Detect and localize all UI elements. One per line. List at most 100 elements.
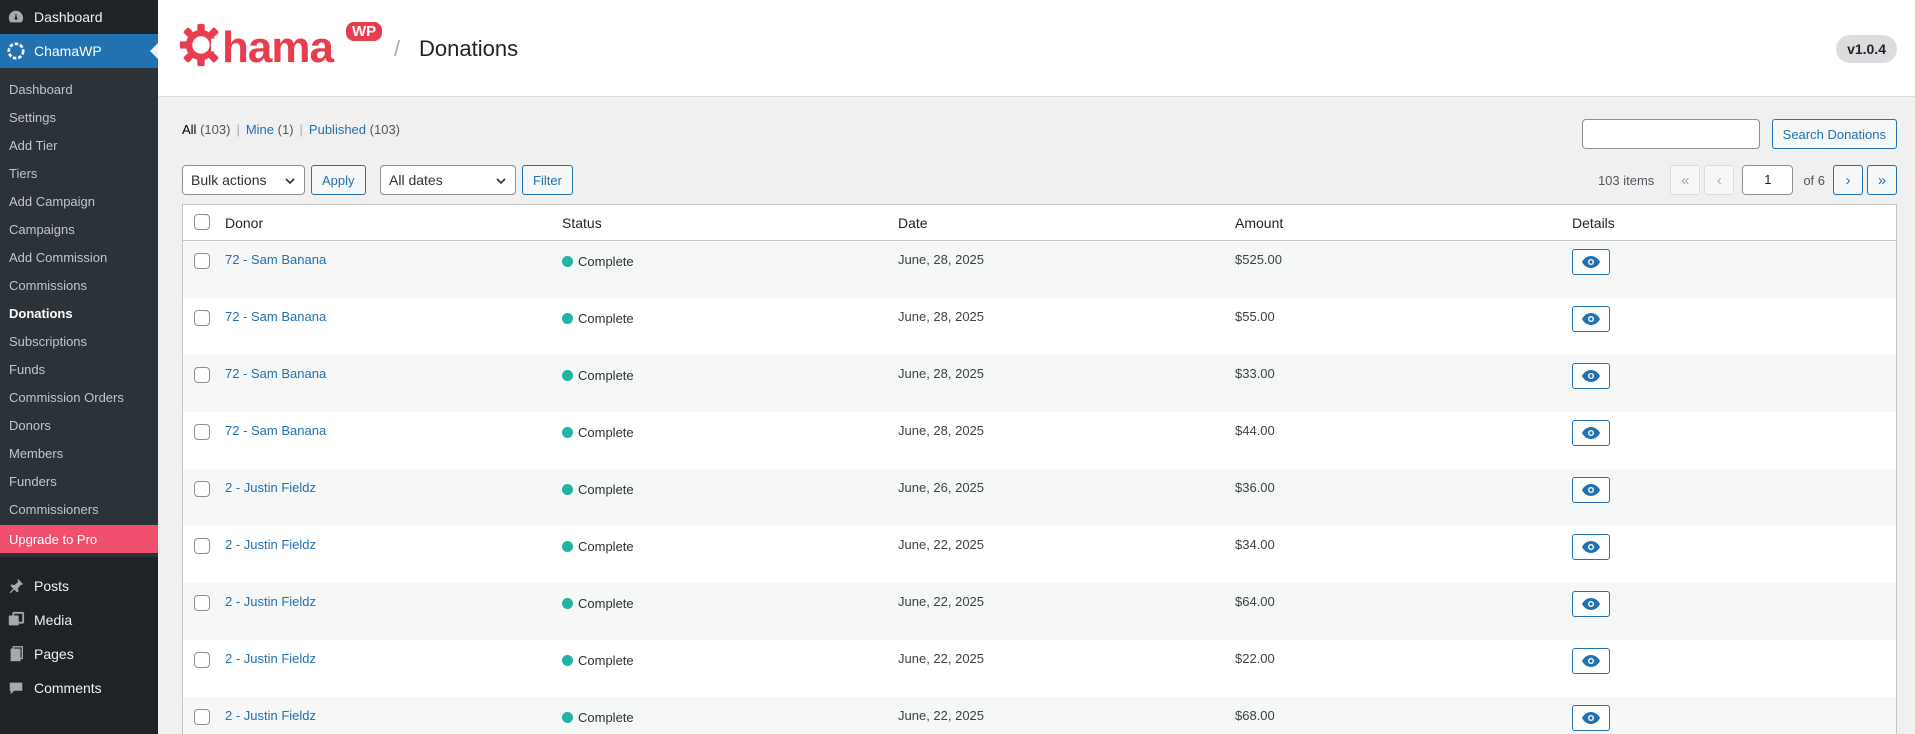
table-row: 72 - Sam Banana Complete June, 28, 2025 $44… [183, 412, 1896, 469]
select-all-checkbox[interactable] [194, 214, 210, 230]
donor-link[interactable]: 72 - Sam Banana [225, 423, 326, 438]
table-row: 2 - Justin Fieldz Complete June, 22, 2025 $… [183, 526, 1896, 583]
row-checkbox[interactable] [194, 481, 210, 497]
column-donor[interactable]: Donor [225, 215, 263, 231]
search-donations-button[interactable]: Search Donations [1771, 119, 1897, 149]
donor-link[interactable]: 72 - Sam Banana [225, 252, 326, 267]
plugin-header: hama WP / Donations v1.0.4 [158, 0, 1915, 97]
donor-link[interactable]: 2 - Justin Fieldz [225, 708, 316, 723]
filter-published[interactable]: Published (103) [309, 122, 400, 137]
view-details-button[interactable] [1572, 591, 1610, 617]
view-details-button[interactable] [1572, 363, 1610, 389]
menu-pages[interactable]: Pages [0, 637, 158, 671]
view-details-button[interactable] [1572, 477, 1610, 503]
donation-date: June, 22, 2025 [898, 708, 985, 723]
logo-badge: WP [346, 22, 383, 41]
prev-page-button[interactable]: ‹ [1704, 165, 1735, 195]
status-badge: Complete [562, 311, 634, 326]
table-header: Donor Status Date Amount Details [183, 205, 1896, 241]
first-page-button[interactable]: « [1670, 165, 1701, 195]
submenu-item-subscriptions[interactable]: Subscriptions [0, 327, 158, 355]
view-details-button[interactable] [1572, 534, 1610, 560]
donor-link[interactable]: 2 - Justin Fieldz [225, 480, 316, 495]
submenu-item-campaigns[interactable]: Campaigns [0, 215, 158, 243]
submenu-item-settings[interactable]: Settings [0, 103, 158, 131]
row-checkbox[interactable] [194, 709, 210, 725]
donor-link[interactable]: 2 - Justin Fieldz [225, 651, 316, 666]
main-content: All (103) | Mine (1) | Published (103) Searc… [158, 98, 1915, 734]
submenu-item-donations[interactable]: Donations [0, 299, 158, 327]
menu-media[interactable]: Media [0, 603, 158, 637]
submenu-item-commissions[interactable]: Commissions [0, 271, 158, 299]
row-checkbox[interactable] [194, 424, 210, 440]
row-checkbox[interactable] [194, 652, 210, 668]
submenu-item-donors[interactable]: Donors [0, 411, 158, 439]
submenu-item-funders[interactable]: Funders [0, 467, 158, 495]
view-details-button[interactable] [1572, 420, 1610, 446]
submenu-item-commissioners[interactable]: Commissioners [0, 495, 158, 523]
row-checkbox[interactable] [194, 595, 210, 611]
table-body: 72 - Sam Banana Complete June, 28, 2025 $52… [183, 241, 1896, 734]
media-icon [6, 610, 26, 630]
eye-icon [1582, 370, 1600, 382]
donor-link[interactable]: 2 - Justin Fieldz [225, 594, 316, 609]
submenu-item-upgrade-to-pro[interactable]: Upgrade to Pro [0, 525, 158, 553]
status-dot-icon [562, 712, 573, 723]
submenu-item-add-commission[interactable]: Add Commission [0, 243, 158, 271]
page-title: Donations [419, 36, 519, 61]
dashboard-icon [6, 7, 26, 27]
view-details-button[interactable] [1572, 249, 1610, 275]
pagination: 103 items « ‹ 1 of 6 › » [1598, 165, 1897, 195]
submenu-item-commission-orders[interactable]: Commission Orders [0, 383, 158, 411]
donation-amount: $36.00 [1235, 480, 1275, 495]
menu-label: Posts [34, 578, 70, 594]
status-filters: All (103) | Mine (1) | Published (103) [182, 122, 401, 137]
donation-amount: $55.00 [1235, 309, 1275, 324]
view-details-button[interactable] [1572, 705, 1610, 731]
view-details-button[interactable] [1572, 306, 1610, 332]
next-page-button[interactable]: › [1833, 165, 1863, 195]
search-input[interactable] [1581, 119, 1760, 149]
filter-all[interactable]: All (103) [182, 122, 230, 137]
submenu-item-members[interactable]: Members [0, 439, 158, 467]
submenu-item-add-campaign[interactable]: Add Campaign [0, 187, 158, 215]
submenu-item-add-tier[interactable]: Add Tier [0, 131, 158, 159]
status-dot-icon [562, 313, 573, 324]
donor-link[interactable]: 72 - Sam Banana [225, 309, 326, 324]
row-checkbox[interactable] [194, 253, 210, 269]
row-checkbox[interactable] [194, 310, 210, 326]
logo-mark-icon [179, 23, 224, 67]
table-row: 72 - Sam Banana Complete June, 28, 2025 $33… [183, 355, 1896, 412]
chamawp-icon [6, 41, 26, 61]
status-dot-icon [562, 598, 573, 609]
table-row: 2 - Justin Fieldz Complete June, 26, 2025 $… [183, 469, 1896, 526]
donation-amount: $33.00 [1235, 366, 1275, 381]
submenu-item-funds[interactable]: Funds [0, 355, 158, 383]
menu-dashboard[interactable]: Dashboard [0, 0, 158, 34]
pages-icon [6, 644, 26, 664]
current-page-input[interactable]: 1 [1742, 165, 1794, 195]
version-badge: v1.0.4 [1836, 35, 1897, 63]
donation-date: June, 22, 2025 [898, 651, 985, 666]
last-page-button[interactable]: » [1867, 165, 1897, 195]
row-checkbox[interactable] [194, 538, 210, 554]
menu-posts[interactable]: Posts [0, 569, 158, 603]
status-dot-icon [562, 427, 573, 438]
status-dot-icon [562, 484, 573, 495]
bulk-actions-select[interactable]: Bulk actions [182, 165, 305, 195]
comments-icon [6, 678, 26, 698]
donation-date: June, 28, 2025 [898, 423, 985, 438]
table-row: 2 - Justin Fieldz Complete June, 22, 2025 $… [183, 640, 1896, 697]
donor-link[interactable]: 72 - Sam Banana [225, 366, 326, 381]
view-details-button[interactable] [1572, 648, 1610, 674]
menu-comments[interactable]: Comments [0, 671, 158, 705]
row-checkbox[interactable] [194, 367, 210, 383]
submenu-item-dashboard[interactable]: Dashboard [0, 75, 158, 103]
menu-chamawp[interactable]: ChamaWP [0, 34, 158, 68]
donor-link[interactable]: 2 - Justin Fieldz [225, 537, 316, 552]
filter-button[interactable]: Filter [522, 165, 573, 195]
filter-mine[interactable]: Mine (1) [246, 122, 294, 137]
dates-select[interactable]: All dates [380, 165, 516, 195]
apply-button[interactable]: Apply [311, 165, 366, 195]
submenu-item-tiers[interactable]: Tiers [0, 159, 158, 187]
